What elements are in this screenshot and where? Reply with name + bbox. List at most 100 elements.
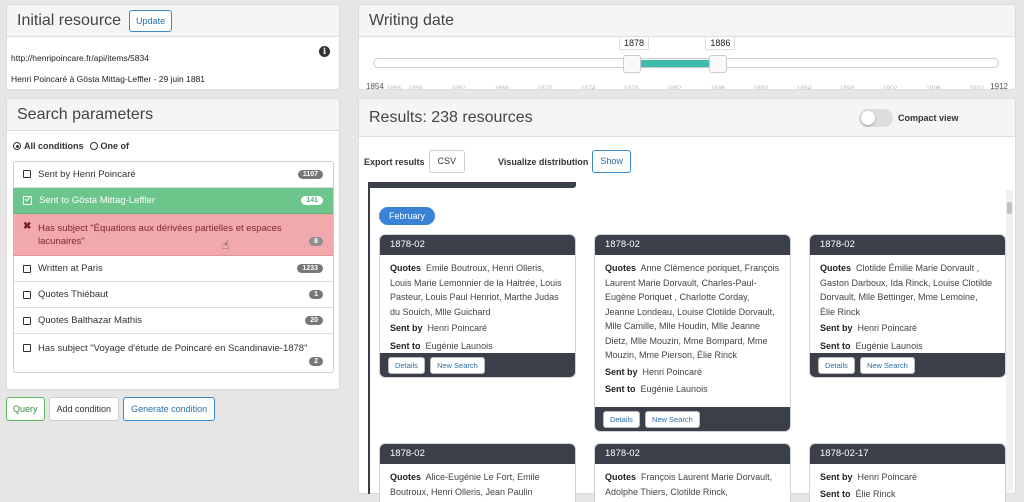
update-button[interactable]: Update [129,9,173,32]
count-badge: 2 [309,357,323,366]
results-scrollbar[interactable] [1006,190,1013,492]
condition-label: Quotes Balthazar Mathis [38,315,143,326]
results-toolbar: Export results CSV Visualize distributio… [364,150,631,173]
condition-has-subject-voyage[interactable]: Has subject "Voyage d'étude de Poincaré … [13,334,333,371]
sent-to-key: Sent to [820,340,851,351]
details-button[interactable]: Details [388,356,425,374]
slider-low-label: 1878 [619,36,650,50]
checkbox-icon[interactable] [23,290,31,299]
slider-high-handle[interactable] [709,55,728,73]
sent-by-key: Sent by [820,472,853,482]
slider-tick-label: 1858 [408,85,423,90]
slider-tick-label: 1890 [753,85,769,90]
details-button[interactable]: Details [603,410,640,428]
slider-tick-label: 1862 [451,85,466,90]
result-card: 1878-02 Quotes Clotilde Émilie Marie Dor… [809,234,1006,378]
card-date: 1878-02 [595,235,790,255]
slider-tick-label: 1886 [710,85,725,90]
compact-view-toggle[interactable] [859,109,893,127]
card-date: 1878-02 [595,444,790,464]
card-footer: Details New Search [380,353,575,377]
checkbox-icon[interactable] [23,170,31,178]
condition-sent-to[interactable]: Sent to Gösta Mittag-Leffler 141 [13,188,333,214]
new-search-button[interactable]: New Search [859,356,915,374]
result-card: 1878-02 Quotes Emile Boutroux, Henri Oll… [379,234,576,378]
export-results-label: Export results [364,156,425,167]
initial-resource-title: Initial resource [17,11,122,29]
resource-url[interactable]: http://henripoincare.fr/api/items/5834 [11,53,149,63]
condition-sent-by[interactable]: Sent by Henri Poincaré 1107 [13,161,333,188]
count-badge: 8 [309,237,323,246]
all-conditions-radio[interactable] [13,142,21,150]
month-pill-february[interactable]: February [379,207,436,225]
sent-by-key: Sent by [820,323,853,333]
card-body: Sent by Henri Poincaré Sent to Élie Rinc… [810,464,1005,501]
condition-label: Quotes Thiébaut [38,289,109,300]
card-sent-to: Eugénie Launois [640,384,708,394]
checkbox-icon[interactable] [23,264,31,273]
resource-description: Henri Poincaré à Gösta Mittag-Leffler - … [11,74,206,84]
checked-box-icon[interactable] [23,195,32,205]
condition-actions: Query Add condition Generate condition [6,397,216,421]
condition-has-subject-excluded[interactable]: ✖ Has subject "Équations aux dérivées pa… [13,214,333,256]
condition-quotes-mathis[interactable]: Quotes Balthazar Mathis 20 [13,308,333,334]
card-date: 1878-02-17 [810,444,1005,464]
slider-tick-label: 1906 [926,85,941,90]
card-sent-to: Eugénie Launois [425,340,493,351]
count-badge: 1107 [297,169,323,179]
timeline-vertical [368,182,370,494]
card-date: 1878-02 [380,444,575,464]
sent-by-key: Sent by [390,323,423,333]
condition-label: Written at Paris [38,263,103,274]
quotes-key: Quotes [605,472,637,482]
quotes-key: Quotes [605,263,637,273]
card-body: Quotes Emile Boutroux, Henri Olleris, Lo… [380,255,575,353]
results-header: Results: 238 resources Compact view [359,99,1015,137]
new-search-button[interactable]: New Search [644,410,700,428]
checkbox-icon[interactable] [23,316,31,325]
one-of-label[interactable]: One of [101,141,130,151]
add-condition-button[interactable]: Add condition [48,397,120,421]
checkbox-icon[interactable] [23,344,31,352]
slider-low-handle[interactable] [623,55,642,73]
initial-resource-header: Initial resource Update [7,5,339,37]
condition-written-at[interactable]: Written at Paris 1233 [13,256,333,282]
generate-condition-button[interactable]: Generate condition [123,397,216,421]
details-button[interactable]: Details [818,356,855,374]
scrollbar-thumb[interactable] [1007,202,1012,214]
exclude-x-icon[interactable]: ✖ [23,222,32,232]
search-parameters-title: Search parameters [17,105,154,123]
card-footer: Details New Search [810,353,1005,377]
slider-tick-label: 1882 [667,85,682,90]
condition-quotes-thiebaut[interactable]: Quotes Thiébaut 1 [13,282,333,308]
sent-to-key: Sent to [605,384,636,394]
show-button[interactable]: Show [592,150,631,173]
condition-label: Sent to Gösta Mittag-Leffler [39,195,155,206]
all-conditions-label[interactable]: All conditions [24,141,84,151]
csv-button[interactable]: CSV [428,150,466,173]
condition-label: Sent by Henri Poincaré [38,168,136,180]
visualize-distribution-label: Visualize distribution [498,156,589,167]
card-body: Quotes Alice-Eugénie Le Fort, Emile Bout… [380,464,575,499]
one-of-radio[interactable] [89,142,98,150]
info-icon[interactable]: i [319,46,330,57]
count-badge: 1 [309,290,323,299]
slider-tick-label: 1870 [537,85,553,90]
new-search-button[interactable]: New Search [429,356,485,374]
sent-to-key: Sent to [390,340,421,351]
condition-label: Has subject "Équations aux dérivées part… [38,223,282,247]
search-parameters-header: Search parameters [7,99,339,131]
count-badge: 141 [301,196,323,205]
quotes-key: Quotes [390,263,422,273]
card-date: 1878-02 [810,235,1005,255]
writing-date-title: Writing date [369,11,455,29]
initial-resource-panel: Initial resource Update http://henripoin… [6,4,340,90]
timeline-line [368,182,576,188]
card-sent-by: Henri Poincaré [642,366,703,377]
card-sent-by: Henri Poincaré [857,323,918,333]
query-button[interactable]: Query [6,397,45,421]
condition-label: Has subject "Voyage d'étude de Poincaré … [38,343,308,354]
writing-date-header: Writing date [359,5,1015,37]
card-body: Quotes Anne Clémence poriquet, François … [595,255,790,397]
result-card: 1878-02-17 Sent by Henri Poincaré Sent t… [809,443,1006,502]
